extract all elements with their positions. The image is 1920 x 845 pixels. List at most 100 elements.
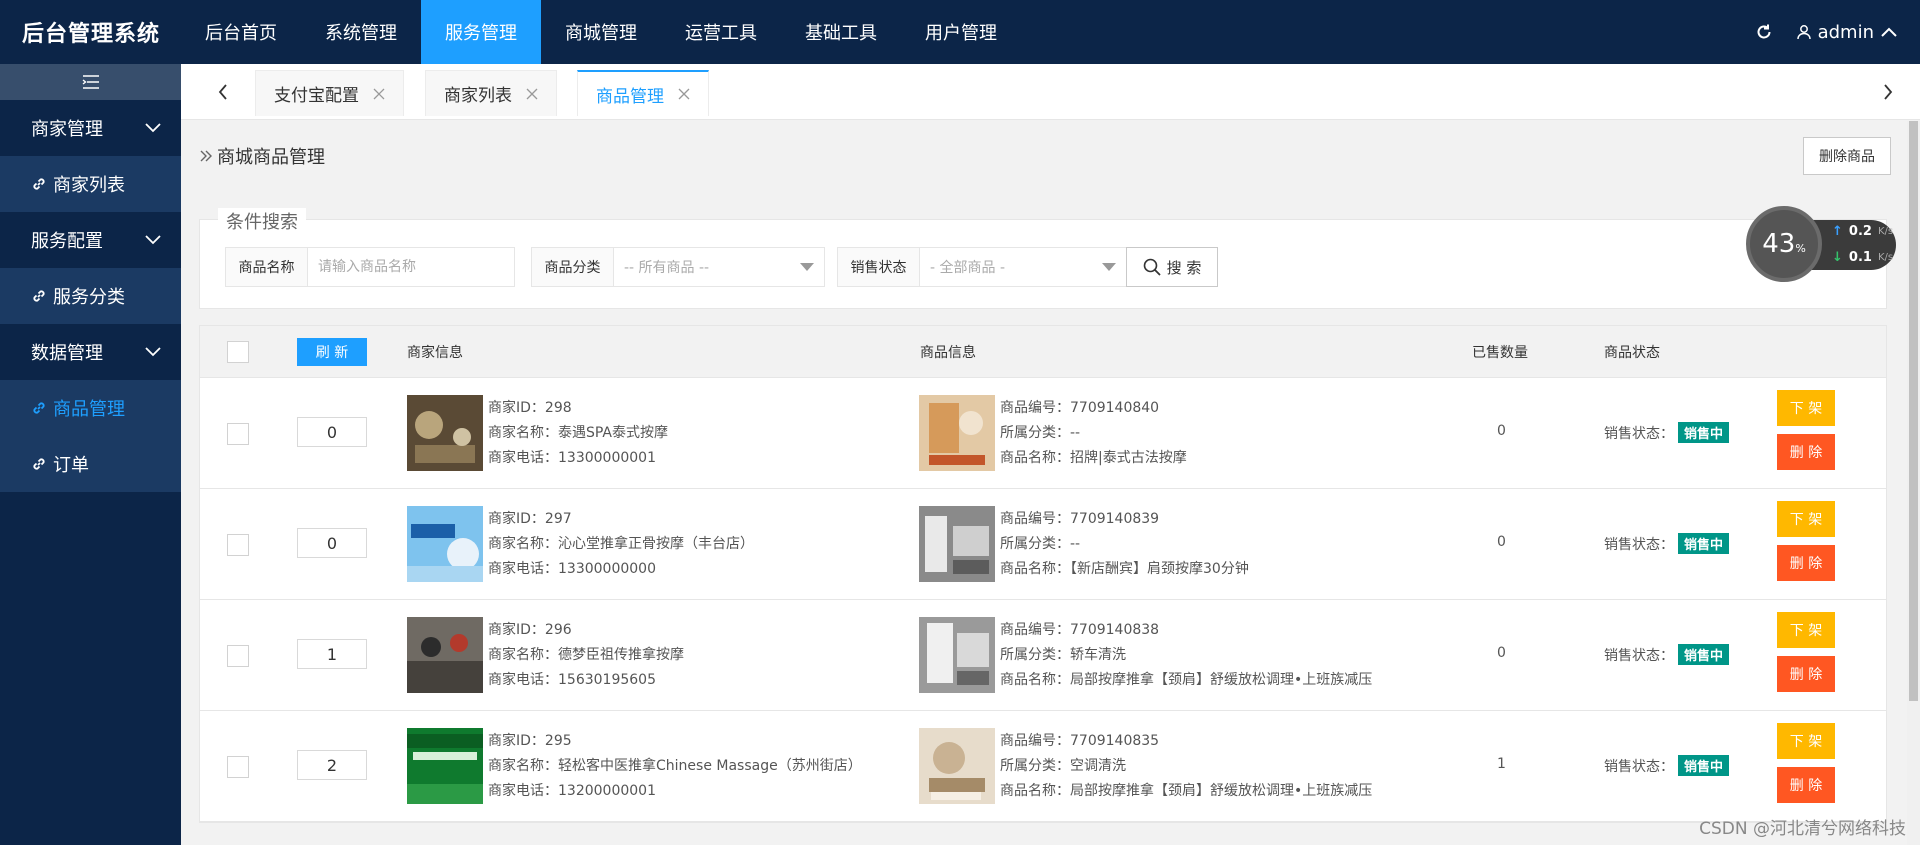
sort-input[interactable]: 0 [297,528,367,558]
upload-value: 0.2 [1848,224,1872,239]
close-icon[interactable] [373,88,385,100]
nav-service[interactable]: 服务管理 [421,0,541,64]
merchant-phone: 13300000001 [558,450,656,466]
category-select[interactable]: 商品分类 -- 所有商品 -- [531,247,825,287]
tab-merchant-list[interactable]: 商家列表 [425,70,557,116]
sidebar-group-label: 服务配置 [31,231,103,252]
sidebar-group-data[interactable]: 数据管理 [0,324,181,380]
goods-name: 局部按摩推拿【颈肩】舒缓放松调理•上班族减压 [1070,672,1373,688]
scrollbar-thumb[interactable] [1909,121,1918,701]
status-badge: 销售中 [1678,755,1730,776]
goods-no-label: 商品编号： [1000,400,1070,416]
sidebar-group-label: 商家管理 [31,119,103,140]
merchant-name: 沁心堂推拿正骨按摩（丰台店） [558,536,754,552]
merchant-phone-label: 商家电话： [488,450,558,466]
arrow-up-icon: ↑ [1832,224,1843,239]
tab-goods-management[interactable]: 商品管理 [577,70,709,116]
sidebar-item-merchant-list[interactable]: 商家列表 [0,156,181,212]
merchant-image [407,728,483,804]
merchant-info: 商家ID：296 商家名称：德梦臣祖传推拿按摩 商家电话：15630195605 [488,621,684,690]
sidebar-item-goods[interactable]: 商品管理 [0,380,181,436]
search-button[interactable]: 搜 索 [1126,247,1218,287]
tab-label: 商品管理 [596,86,664,107]
table-row: 0 商家ID：297 商家名称：沁心堂推拿正骨按摩（丰台店） 商家电话：1330… [200,489,1886,600]
sidebar-item-service-category[interactable]: 服务分类 [0,268,181,324]
sidebar-group-merchant[interactable]: 商家管理 [0,100,181,156]
table-row: 2 商家ID：295 商家名称：轻松客中医推拿Chinese Massage（苏… [200,711,1886,822]
sidebar-item-label: 服务分类 [53,287,125,308]
goods-info: 商品编号：7709140839 所属分类：-- 商品名称：【新店酬宾】肩颈按摩3… [1000,510,1249,579]
off-shelf-button[interactable]: 下 架 [1777,612,1835,648]
link-icon [33,178,45,190]
caret-down-icon [800,263,814,271]
sold-count: 1 [1497,756,1506,772]
sidebar-group-service-config[interactable]: 服务配置 [0,212,181,268]
close-icon[interactable] [678,88,690,100]
row-checkbox[interactable] [227,645,249,667]
refresh-icon[interactable] [1732,0,1796,64]
refresh-button[interactable]: 刷 新 [297,338,367,366]
merchant-phone: 13200000001 [558,783,656,799]
row-checkbox[interactable] [227,534,249,556]
sort-input[interactable]: 1 [297,639,367,669]
goods-category: -- [1070,425,1081,441]
off-shelf-button[interactable]: 下 架 [1777,390,1835,426]
nav-operation[interactable]: 运营工具 [661,0,781,64]
row-checkbox[interactable] [227,423,249,445]
merchant-id-label: 商家ID： [488,400,545,416]
sidebar: 商家管理 商家列表 服务配置 服务分类 数据管理 商品管理 订单 [0,64,181,845]
off-shelf-button[interactable]: 下 架 [1777,723,1835,759]
nav-home[interactable]: 后台首页 [181,0,301,64]
close-icon[interactable] [526,88,538,100]
merchant-id-label: 商家ID： [488,733,545,749]
download-speed: ↓ 0.1 K/s [1832,250,1893,265]
tab-alipay-config[interactable]: 支付宝配置 [255,70,404,116]
goods-table: 刷 新 商家信息 商品信息 已售数量 商品状态 0 商家ID：298 商家名称：… [199,325,1887,823]
row-checkbox[interactable] [227,756,249,778]
merchant-name-label: 商家名称： [488,758,558,774]
delete-button[interactable]: 删 除 [1777,767,1835,803]
sidebar-item-orders[interactable]: 订单 [0,436,181,492]
double-chevron-right-icon [200,150,212,162]
merchant-id: 298 [544,400,572,416]
chevron-up-icon [1881,27,1897,37]
status-select[interactable]: 销售状态 - 全部商品 - [837,247,1127,287]
sidebar-toggle[interactable] [0,64,181,100]
caret-down-icon [1102,263,1116,271]
merchant-id-label: 商家ID： [488,622,545,638]
delete-goods-button[interactable]: 删除商品 [1803,137,1891,175]
goods-name-label: 商品名称 [226,248,308,286]
sort-input[interactable]: 2 [297,750,367,780]
goods-no: 7709140838 [1070,622,1160,638]
download-value: 0.1 [1848,250,1872,265]
speed-unit: K/s [1877,252,1894,263]
off-shelf-button[interactable]: 下 架 [1777,501,1835,537]
tab-scroll-left[interactable] [203,64,243,120]
tab-scroll-right[interactable] [1868,64,1908,120]
nav-system[interactable]: 系统管理 [301,0,421,64]
sidebar-group-label: 数据管理 [31,343,103,364]
sort-input[interactable]: 0 [297,417,367,447]
sale-status: 销售状态： 销售中 [1604,755,1730,776]
goods-name-input[interactable] [318,249,514,285]
delete-button[interactable]: 删 除 [1777,545,1835,581]
merchant-id: 296 [544,622,572,638]
tab-label: 商家列表 [444,86,512,106]
nav-mall[interactable]: 商城管理 [541,0,661,64]
merchant-id: 297 [544,511,572,527]
goods-info: 商品编号：7709140840 所属分类：-- 商品名称：招牌|泰式古法按摩 [1000,399,1187,468]
page-scrollbar[interactable] [1907,121,1920,845]
nav-users[interactable]: 用户管理 [901,0,1021,64]
goods-category: 空调清洗 [1070,758,1126,774]
merchant-name-label: 商家名称： [488,647,558,663]
status-badge: 销售中 [1678,422,1730,443]
goods-name-field: 商品名称 [225,247,515,287]
top-header: 后台管理系统 后台首页 系统管理 服务管理 商城管理 运营工具 基础工具 用户管… [0,0,1920,64]
user-menu[interactable]: admin [1796,22,1920,43]
select-all-checkbox[interactable] [227,341,249,363]
sold-count: 0 [1497,645,1506,661]
merchant-info: 商家ID：295 商家名称：轻松客中医推拿Chinese Massage（苏州街… [488,732,862,801]
nav-basic[interactable]: 基础工具 [781,0,901,64]
delete-button[interactable]: 删 除 [1777,434,1835,470]
delete-button[interactable]: 删 除 [1777,656,1835,692]
